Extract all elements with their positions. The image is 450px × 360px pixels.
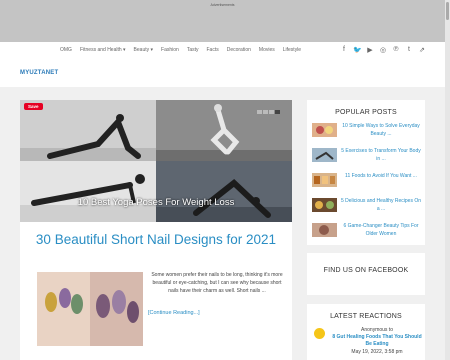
article-excerpt: Some women prefer their nails to be long… [151,272,283,294]
article-image[interactable] [37,272,143,346]
yoga-image-3 [20,161,156,222]
popular-post-thumb[interactable] [312,123,337,137]
site-header: OMG Fitness and Health ▾ Beauty ▾ Fashio… [0,42,445,87]
facebook-widget: FIND US ON FACEBOOK [307,253,425,295]
popular-post-title[interactable]: 10 Simple Ways to Solve Everyday Beauty … [340,123,422,138]
yoga-image-4 [156,161,292,222]
nav-item-fitness-and-health[interactable]: Fitness and Health ▾ [80,47,126,53]
scrollbar-thumb[interactable] [446,2,449,20]
nav-item-omg[interactable]: OMG [60,47,72,53]
site-logo[interactable]: MYUZTANET [20,70,58,76]
slider-dot[interactable] [257,110,262,114]
pinterest-save-button[interactable]: Save [24,103,43,110]
nav-item-decoration[interactable]: Decoration [227,47,251,53]
popular-post-thumb[interactable] [312,223,337,237]
social-links: f 🐦 ▶ ◎ ℗ t ⇗ [340,46,426,54]
popular-post-item[interactable]: 5 Delicious and Healthy Recipes On a ... [312,198,424,218]
popular-post-title[interactable]: 6 Game-Changer Beauty Tips For Older Wom… [340,223,422,238]
latest-reactions-title: LATEST REACTIONS [330,313,402,320]
popular-post-title[interactable]: 11 Foods to Avoid If You Want ... [340,173,422,181]
popular-post-title[interactable]: 5 Delicious and Healthy Recipes On a ... [340,198,422,213]
popular-post-item[interactable]: 10 Simple Ways to Solve Everyday Beauty … [312,123,424,143]
nav-item-facts[interactable]: Facts [206,47,218,53]
popular-post-item[interactable]: 5 Exercises to Transform Your Body in ..… [312,148,424,168]
youtube-icon[interactable]: ▶ [366,46,374,54]
article-title[interactable]: 30 Beautiful Short Nail Designs for 2021 [20,231,292,249]
twitter-icon[interactable]: 🐦 [353,46,362,54]
facebook-widget-title: FIND US ON FACEBOOK [323,267,409,274]
nav-item-lifestyle[interactable]: Lifestyle [283,47,301,53]
ad-label: Advertisements [210,3,235,7]
popular-post-item[interactable]: 6 Game-Changer Beauty Tips For Older Wom… [312,223,424,243]
popular-posts-title: POPULAR POSTS [335,109,397,116]
popular-post-thumb[interactable] [312,198,337,212]
instagram-icon[interactable]: ◎ [379,46,387,54]
pinterest-icon[interactable]: ℗ [392,46,400,54]
reaction-date: May 19, 2022, 3:58 pm [351,349,403,355]
slider-dot[interactable] [269,110,274,114]
slider-dot[interactable] [263,110,268,114]
popular-post-thumb[interactable] [312,173,337,187]
popular-post-thumb[interactable] [312,148,337,162]
facebook-icon[interactable]: f [340,46,348,54]
ad-banner[interactable]: Advertisements [0,0,445,42]
reaction-post-link[interactable]: 8 Gut Healing Foods That You Should Be E… [329,334,425,348]
slider-dots [257,110,280,114]
main-nav: OMG Fitness and Health ▾ Beauty ▾ Fashio… [60,47,301,53]
continue-reading-link[interactable]: [Continue Reading...] [148,310,200,316]
latest-reactions-widget: LATEST REACTIONS Anonymous to 8 Gut Heal… [307,304,425,360]
smile-emoji-icon [314,328,325,339]
slider-dot-active[interactable] [275,110,280,114]
nav-item-beauty[interactable]: Beauty ▾ [134,47,153,53]
popular-post-item[interactable]: 11 Foods to Avoid If You Want ... [312,173,424,193]
tumblr-icon[interactable]: t [405,46,413,54]
article-card: 30 Beautiful Short Nail Designs for 2021… [20,222,292,360]
nav-item-movies[interactable]: Movies [259,47,275,53]
hero-slider[interactable]: 10 Best Yoga Poses For Weight Loss [20,100,292,222]
popular-posts-widget: POPULAR POSTS 10 Simple Ways to Solve Ev… [307,100,425,245]
scrollbar[interactable] [445,0,450,360]
popular-post-title[interactable]: 5 Exercises to Transform Your Body in ..… [340,148,422,163]
nav-item-fashion[interactable]: Fashion [161,47,179,53]
reaction-author: Anonymous to [361,327,393,333]
nav-item-tasty[interactable]: Tasty [187,47,199,53]
share-icon[interactable]: ⇗ [418,46,426,54]
hero-title[interactable]: 10 Best Yoga Poses For Weight Loss [20,197,292,208]
